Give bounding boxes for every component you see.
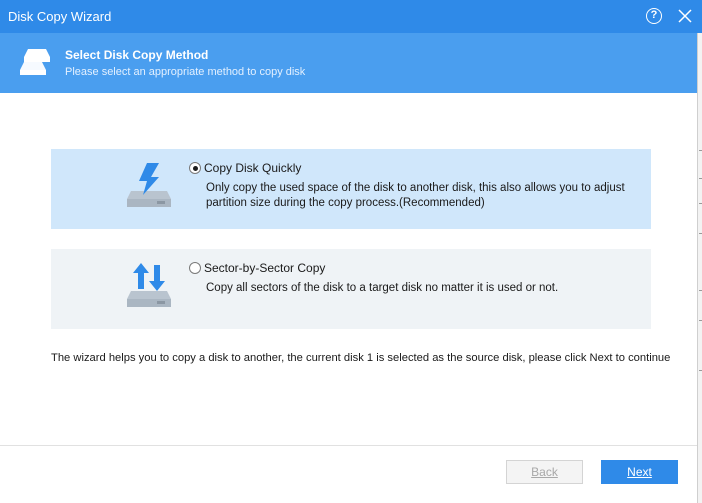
next-button[interactable]: Next — [601, 460, 678, 484]
wizard-info-text: The wizard helps you to copy a disk to a… — [51, 352, 671, 364]
option-label[interactable]: Sector-by-Sector Copy — [204, 261, 325, 275]
option-description: Copy all sectors of the disk to a target… — [206, 282, 559, 294]
disk-arrows-icon — [127, 263, 171, 307]
disk-copy-logo-icon — [20, 49, 50, 75]
radio-copy-disk-quickly[interactable] — [189, 162, 201, 174]
window-title: Disk Copy Wizard — [8, 9, 112, 24]
disk-lightning-icon — [127, 163, 171, 207]
background-window-edge — [697, 33, 702, 503]
title-bar: Disk Copy Wizard ? — [0, 0, 702, 33]
header-title: Select Disk Copy Method — [65, 48, 209, 62]
radio-selected-dot — [192, 165, 198, 171]
wizard-header: Select Disk Copy Method Please select an… — [0, 33, 697, 93]
option-description: Only copy the used space of the disk to … — [206, 182, 625, 209]
option-label[interactable]: Copy Disk Quickly — [204, 161, 301, 175]
help-icon[interactable]: ? — [646, 8, 662, 24]
footer-divider — [0, 445, 697, 446]
option-copy-disk-quickly[interactable]: Copy Disk Quickly Only copy the used spa… — [51, 149, 651, 229]
option-sector-by-sector-copy[interactable]: Sector-by-Sector Copy Copy all sectors o… — [51, 249, 651, 329]
close-icon[interactable] — [677, 8, 693, 24]
back-button[interactable]: Back — [506, 460, 583, 484]
disk-copy-wizard-window: Disk Copy Wizard ? Select Disk Copy Meth… — [0, 0, 702, 503]
radio-sector-by-sector-copy[interactable] — [189, 262, 201, 274]
header-subtitle: Please select an appropriate method to c… — [65, 66, 306, 78]
